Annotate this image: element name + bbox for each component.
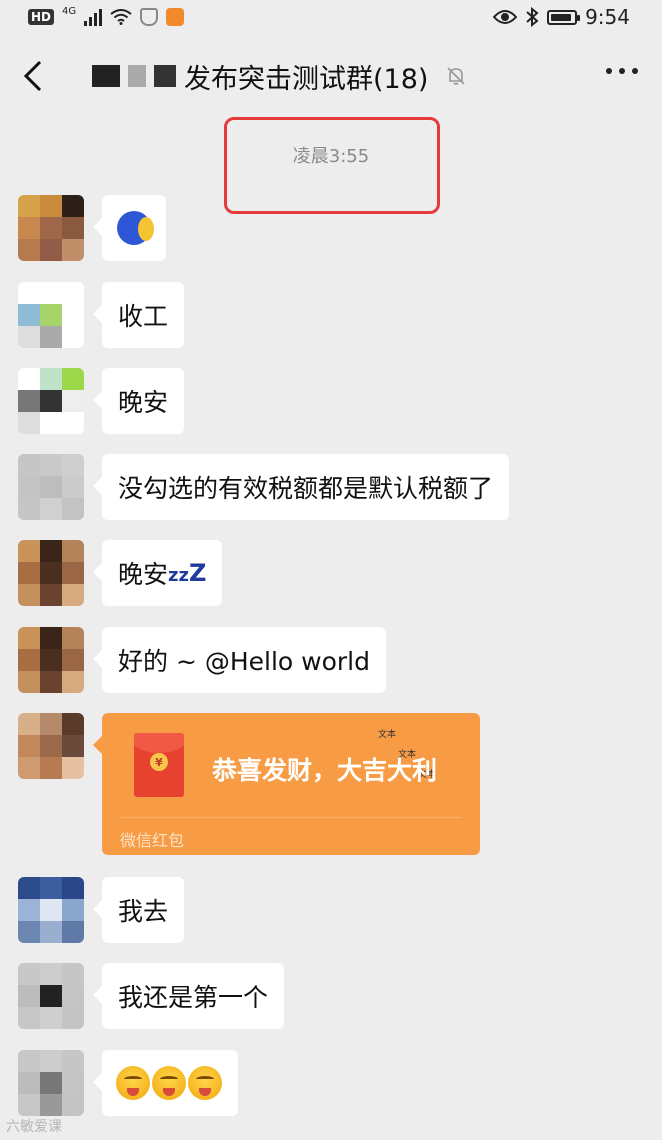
grin-emoji-icon [152,1066,186,1100]
message-bubble[interactable]: 没勾选的有效税额都是默认税额了 [92,454,510,520]
message-row: 晚安 [18,368,185,434]
chat-title: 发布突击测试群(18) [184,63,429,95]
blurred-name-block [92,65,120,87]
message-row: 收工 [18,282,185,348]
red-packet-card[interactable]: ¥ 文本 文本 文本 恭喜发财，大吉大利 微信红包 [93,713,480,855]
wifi-icon [110,9,132,25]
avatar[interactable] [18,195,84,261]
message-text: 晚安 [118,560,169,589]
message-bubble[interactable]: 收工 [92,282,185,348]
shield-app-icon [140,8,159,26]
video-app-icon [166,8,185,26]
avatar[interactable] [18,540,84,606]
status-bar: HD 4G 9:54 [0,0,662,34]
battery-icon [547,9,581,25]
mute-bell-icon [447,67,466,85]
grin-emoji-icon [188,1066,222,1100]
message-row: ¥ 文本 文本 文本 恭喜发财，大吉大利 微信红包 [18,713,480,855]
more-options-icon[interactable] [606,68,638,74]
sleep-zzz-emoji: zzZ [168,559,207,587]
back-arrow-icon[interactable] [20,58,48,94]
message-row [18,1050,238,1116]
avatar[interactable] [18,713,84,779]
message-bubble[interactable]: 我还是第一个 [92,963,285,1029]
message-bubble[interactable]: 我去 [92,877,185,943]
bluetooth-icon [526,7,539,27]
chat-header: 发布突击测试群(18) [0,34,662,118]
message-row: 我去 [18,877,185,943]
avatar[interactable] [18,627,84,693]
eye-icon [493,10,518,24]
message-bubble[interactable]: 晚安 zzZ [92,540,223,606]
avatar[interactable] [18,282,84,348]
blurred-name-block [128,65,146,87]
status-time: 9:54 [585,5,630,29]
message-row: 好的 ~ @Hello world [18,627,386,693]
red-packet-label: 微信红包 [120,831,185,850]
message-bubble[interactable] [93,1050,238,1116]
red-envelope-icon: ¥ [134,733,184,797]
message-bubble[interactable]: 晚安 [92,368,185,434]
signal-icon [84,8,103,26]
hd-badge: HD [28,9,55,25]
blurred-name-block [154,65,176,87]
coin-icon: ¥ [150,753,168,771]
red-packet-greeting: 恭喜发财，大吉大利 [212,756,438,785]
title-area: 发布突击测试群(18) [92,57,468,96]
message-row: 晚安 zzZ [18,540,223,606]
network-type: 4G [62,5,77,17]
message-bubble[interactable] [93,195,166,261]
message-row: 我还是第一个 [18,963,285,1029]
avatar[interactable] [18,454,84,520]
message-bubble[interactable]: 好的 ~ @Hello world [93,627,386,693]
avatar[interactable] [18,368,84,434]
tiny-label: 文本 [378,730,397,740]
message-row [18,195,166,261]
avatar[interactable] [18,963,84,1029]
grin-emoji-icon [116,1066,150,1100]
divider [120,817,462,818]
watermark: 六敏爱课 [6,1119,62,1135]
blue-moon-emoji-icon [117,211,154,245]
message-row: 没勾选的有效税额都是默认税额了 [18,454,510,520]
highlight-box [224,117,440,214]
avatar[interactable] [18,877,84,943]
avatar[interactable] [18,1050,84,1116]
